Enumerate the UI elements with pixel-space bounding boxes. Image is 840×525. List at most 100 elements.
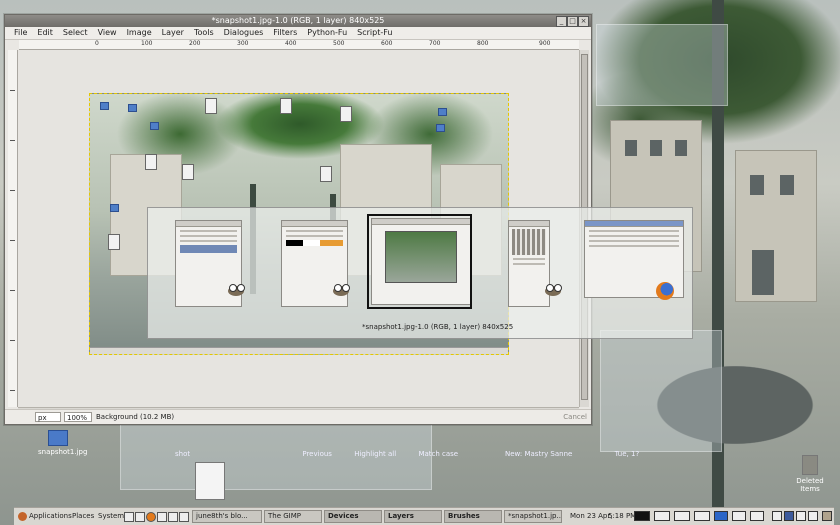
ghost-find-bar: shot Previous Highlight all Match case (175, 447, 458, 461)
photo-icon (100, 102, 109, 110)
menu-filters[interactable]: Filters (268, 27, 302, 39)
photo-icon (436, 124, 445, 132)
menu-script-fu[interactable]: Script-Fu (352, 27, 397, 39)
menu-view[interactable]: View (93, 27, 122, 39)
window-titlebar[interactable]: *snapshot1.jpg-1.0 (RGB, 1 layer) 840x52… (5, 15, 591, 27)
ghost-window (600, 330, 722, 452)
taskbar-item-gimp[interactable]: The GIMP (264, 510, 322, 523)
applications-menu[interactable]: Applications (18, 508, 72, 525)
workspace-2[interactable] (784, 511, 794, 521)
photo-document (280, 98, 292, 114)
network-icon[interactable] (714, 511, 728, 521)
wallpaper-building (735, 150, 817, 302)
firefox-launcher-icon[interactable] (146, 512, 156, 522)
menu-image[interactable]: Image (122, 27, 157, 39)
photo-document (182, 164, 194, 180)
panel-time[interactable]: 5:18 PM (608, 508, 636, 525)
monitor-applet-icon[interactable] (654, 511, 670, 521)
workspace-3[interactable] (796, 511, 806, 521)
ruler-tick (10, 90, 15, 91)
ruler-tick-label: 700 (429, 40, 441, 47)
photo-panel-strip (90, 347, 508, 354)
trash-applet-icon[interactable] (822, 511, 832, 521)
desktop-icon-document[interactable] (190, 462, 230, 502)
monitor-applet-icon[interactable] (694, 511, 710, 521)
thumb-colour-strip (286, 240, 343, 246)
desktop-icon-label: Deleted Items (796, 477, 824, 493)
photo-document (145, 154, 157, 170)
mail-launcher-icon[interactable] (168, 512, 178, 522)
ghost-text: Previous (302, 450, 332, 458)
wilber-eye (237, 284, 245, 292)
ruler-tick-label: 100 (141, 40, 153, 47)
wallpaper-window (625, 140, 637, 156)
thumb-line (286, 235, 343, 237)
places-menu[interactable]: Places (72, 508, 94, 525)
taskbar-item-devices[interactable]: Devices (324, 510, 382, 523)
zoom-select[interactable]: 100% (64, 412, 92, 422)
volume-icon[interactable] (732, 511, 746, 521)
menu-select[interactable]: Select (58, 27, 93, 39)
taskbar-item-snapshot[interactable]: *snapshot1.jp... (504, 510, 562, 523)
monitor-applet-icon[interactable] (674, 511, 690, 521)
ruler-tick-label: 200 (189, 40, 201, 47)
menu-layer[interactable]: Layer (157, 27, 189, 39)
desktop-icon-snapshot[interactable]: snapshot1.jpg (38, 430, 88, 456)
menu-dialogues[interactable]: Dialogues (219, 27, 269, 39)
files-launcher-icon[interactable] (179, 512, 189, 522)
taskbar-item-layers[interactable]: Layers (384, 510, 442, 523)
wallpaper-window (650, 140, 662, 156)
thumb-titlebar (509, 221, 549, 227)
thumb-tool-grid (512, 229, 546, 255)
photo-document (320, 166, 332, 182)
photo-document (340, 106, 352, 122)
wallpaper-window (750, 175, 764, 195)
menu-tools[interactable]: Tools (189, 27, 219, 39)
monitor-applet-icon[interactable] (634, 511, 650, 521)
ghost-window (596, 24, 728, 106)
ruler-tick-label: 500 (333, 40, 345, 47)
thumb-line (180, 230, 237, 232)
mail-icon[interactable] (750, 511, 764, 521)
thumb-line (286, 230, 343, 232)
system-menu[interactable]: System (98, 508, 124, 525)
menu-file[interactable]: File (9, 27, 32, 39)
ruler-tick (10, 290, 15, 291)
editor-launcher-icon[interactable] (157, 512, 167, 522)
photo-icon (128, 104, 137, 112)
minimize-button[interactable]: _ (556, 16, 567, 27)
maximize-button[interactable]: □ (567, 16, 578, 27)
wilber-eye (334, 284, 342, 292)
thumb-line (180, 240, 237, 242)
horizontal-ruler[interactable]: 0 100 200 300 400 500 600 700 800 900 (19, 40, 579, 50)
taskbar-item-brushes[interactable]: Brushes (444, 510, 502, 523)
trash-icon (802, 455, 818, 475)
close-button[interactable]: × (578, 16, 589, 27)
bottom-panel: Applications Places System june8th's blo… (14, 507, 834, 525)
desktop-icon-trash[interactable]: Deleted Items (790, 455, 830, 493)
thumb-titlebar (282, 221, 347, 227)
workspace-4[interactable] (808, 511, 818, 521)
ruler-tick-label: 0 (95, 40, 99, 47)
photo-icon (110, 204, 119, 212)
vertical-ruler[interactable] (8, 50, 18, 407)
thumb-line (513, 263, 545, 265)
menu-edit[interactable]: Edit (32, 27, 58, 39)
ruler-tick-label: 800 (477, 40, 489, 47)
cancel-button[interactable]: Cancel (563, 412, 587, 422)
workspace-1[interactable] (772, 511, 782, 521)
menu-python-fu[interactable]: Python-Fu (302, 27, 352, 39)
ruler-tick (10, 140, 15, 141)
panel-date[interactable]: Mon 23 Apr, (570, 508, 612, 525)
terminal-launcher-icon[interactable] (124, 512, 134, 522)
window-title: *snapshot1.jpg-1.0 (RGB, 1 layer) 840x52… (211, 16, 385, 25)
thumb-line (180, 235, 237, 237)
image-file-icon (48, 430, 68, 446)
browser-launcher-icon[interactable] (135, 512, 145, 522)
gimp-wilber-icon (543, 282, 565, 298)
ghost-text: Highlight all (354, 450, 397, 458)
unit-select[interactable]: px (35, 412, 61, 422)
desktop-icon-label: snapshot1.jpg (38, 448, 88, 456)
taskbar-item-blog[interactable]: june8th's blo... (192, 510, 262, 523)
ruler-tick (10, 340, 15, 341)
